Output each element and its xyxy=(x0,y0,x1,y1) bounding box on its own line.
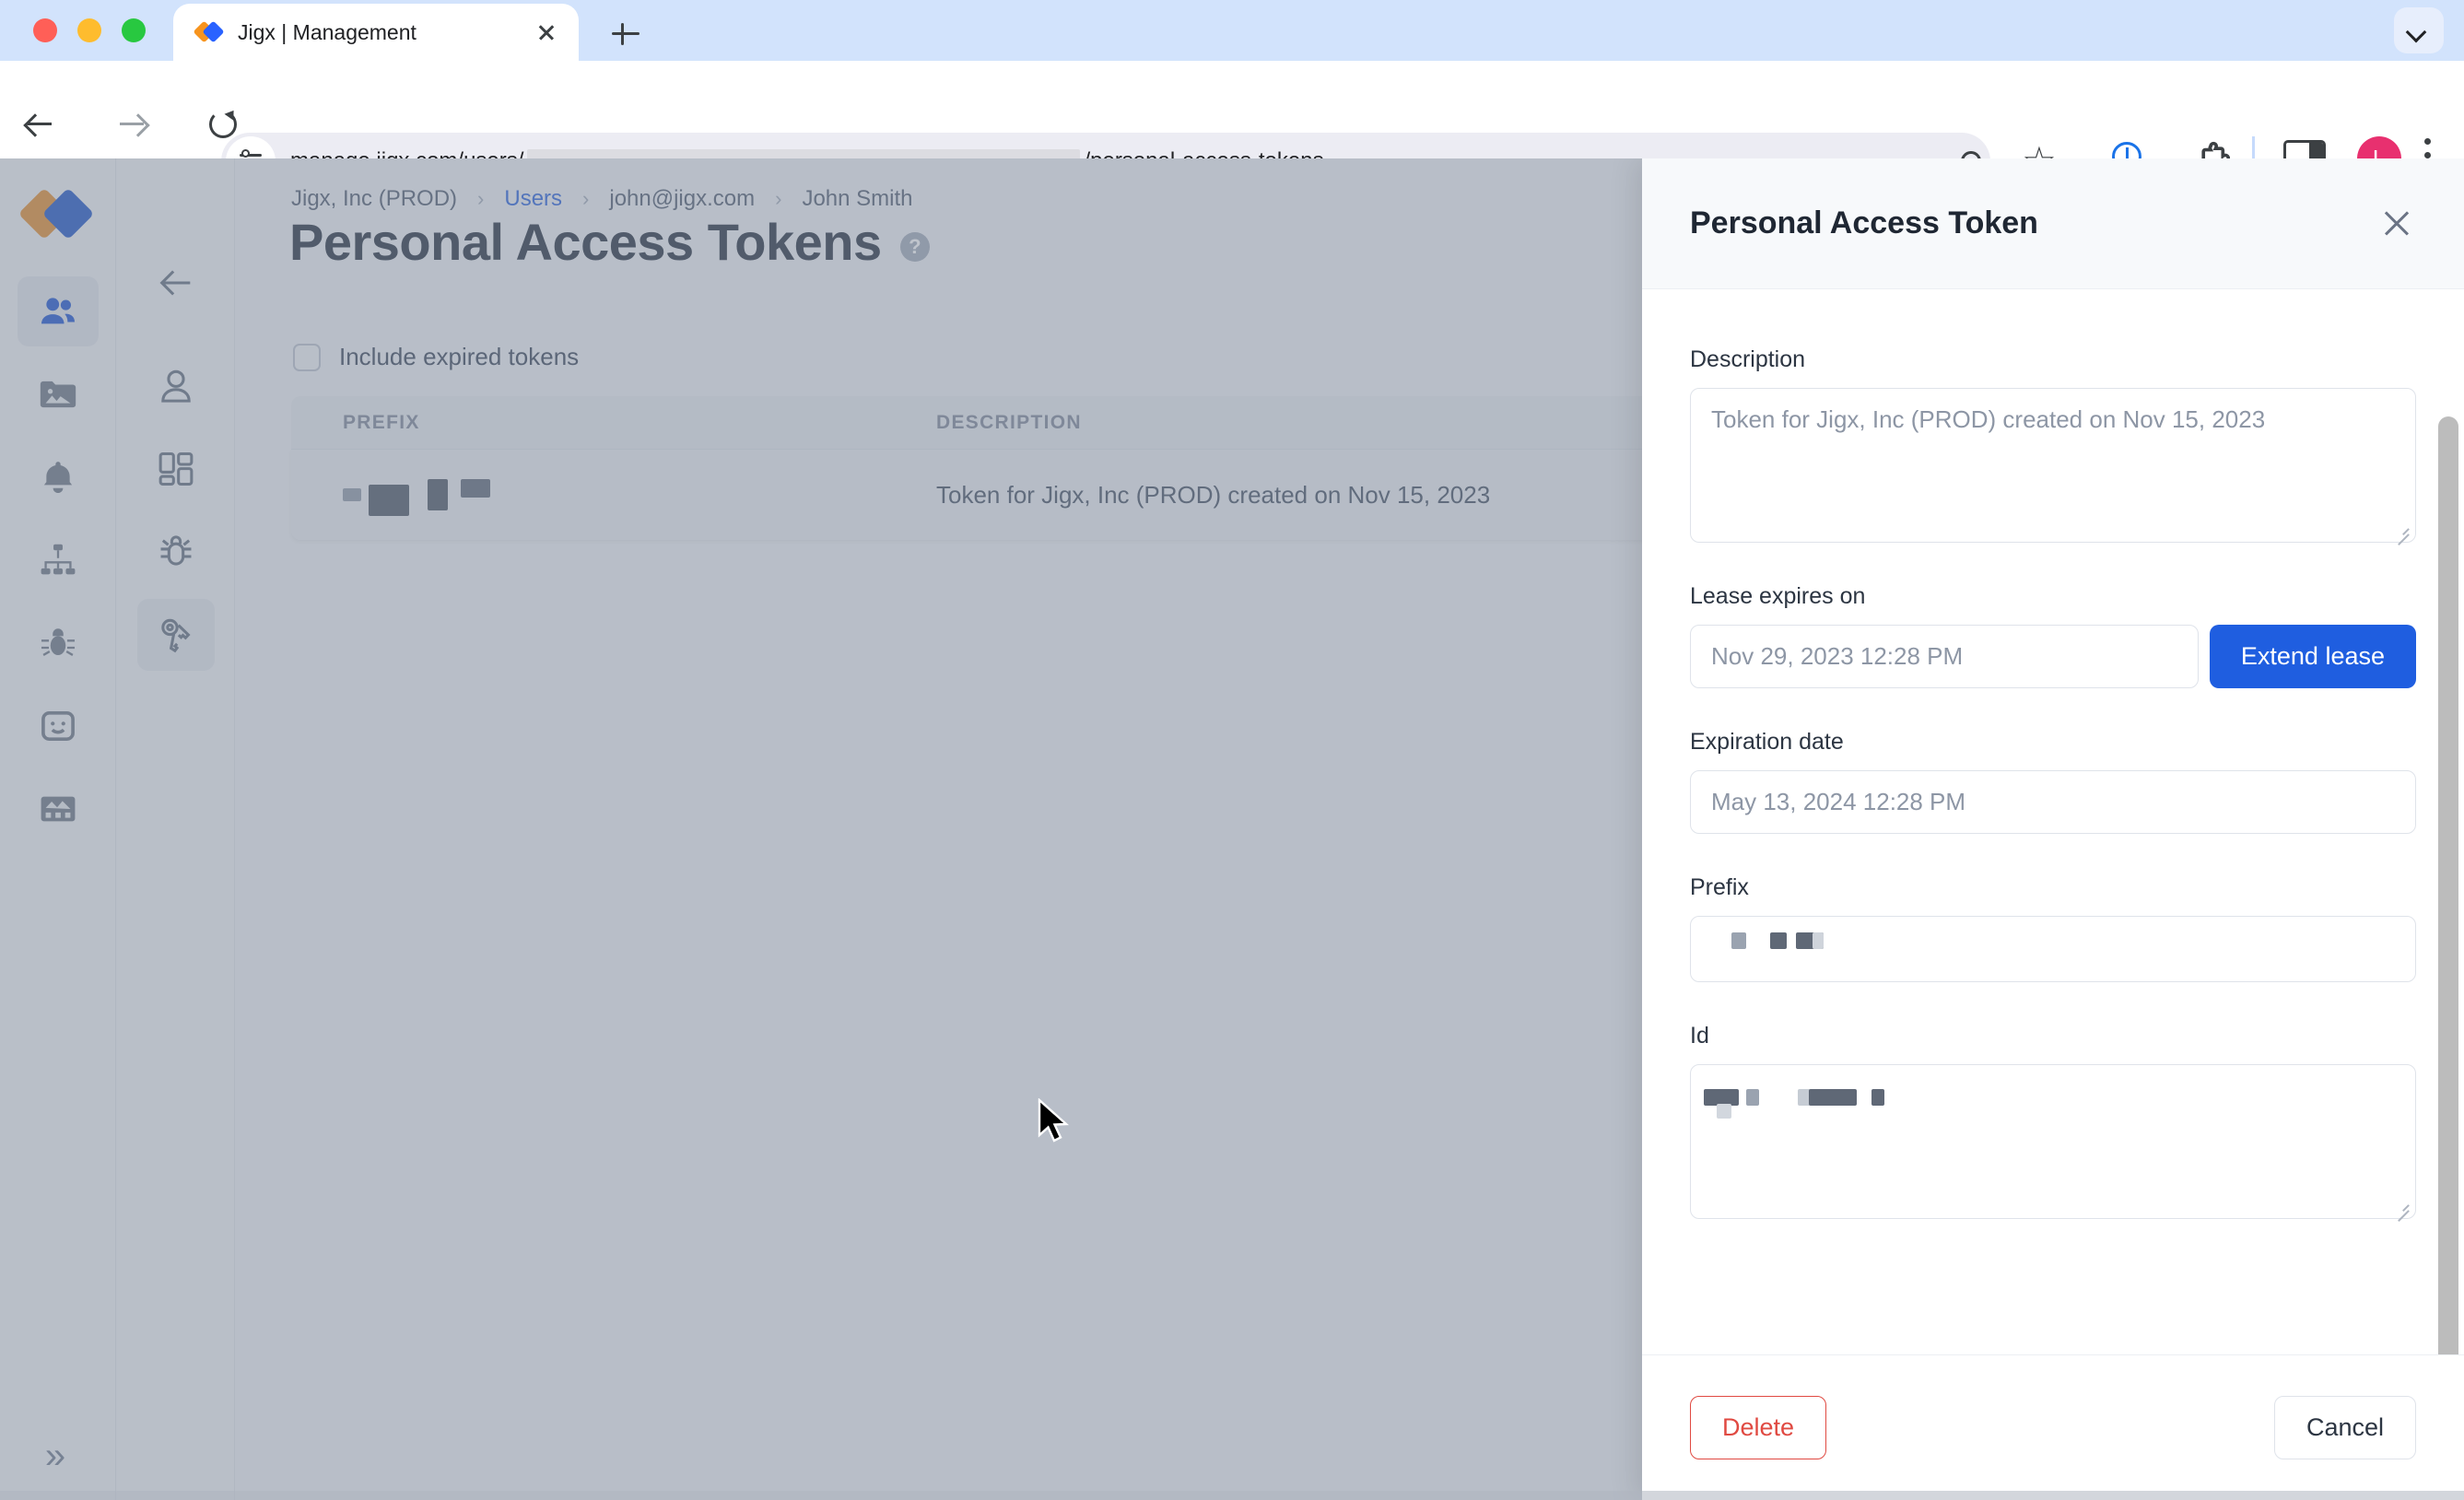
collapse-primary-sidebar-button[interactable]: » xyxy=(28,1428,83,1483)
breadcrumb-item-org[interactable]: Jigx, Inc (PROD) xyxy=(291,186,457,212)
arrow-left-icon xyxy=(26,112,52,136)
field-expiration-date: Expiration date May 13, 2024 12:28 PM xyxy=(1690,729,2416,834)
id-input[interactable] xyxy=(1690,1064,2416,1219)
description-label: Description xyxy=(1690,346,1806,372)
back-button[interactable] xyxy=(17,101,63,147)
include-expired-tokens-row[interactable]: Include expired tokens xyxy=(293,343,579,371)
window-controls[interactable] xyxy=(33,18,146,42)
include-expired-tokens-checkbox[interactable] xyxy=(293,343,321,371)
arrow-left-icon xyxy=(159,270,191,296)
new-tab-button[interactable] xyxy=(608,17,643,52)
primary-sidebar: » xyxy=(0,158,116,1500)
column-header-prefix[interactable]: PREFIX xyxy=(291,412,936,434)
delete-button[interactable]: Delete xyxy=(1690,1396,1827,1459)
grid-blocks-icon xyxy=(158,451,194,486)
tab-strip: Jigx | Management xyxy=(0,0,2464,61)
sidebar-item-users[interactable] xyxy=(18,276,99,346)
resize-handle-icon[interactable] xyxy=(2394,1198,2409,1213)
browser-toolbar: manage.jigx.com/users/ /personal-access-… xyxy=(0,61,2464,190)
panel-title: Personal Access Token xyxy=(1690,205,2038,240)
sidebar-item-issues[interactable] xyxy=(137,516,215,588)
field-lease-expires-on: Lease expires on Nov 29, 2023 12:28 PM E… xyxy=(1690,583,2416,688)
arrow-right-icon xyxy=(118,112,144,136)
breadcrumb-separator: › xyxy=(775,187,782,210)
sidebar-item-apps[interactable] xyxy=(137,433,215,505)
bug-outline-icon xyxy=(160,535,192,566)
panel-scrollbar[interactable] xyxy=(2438,416,2458,1354)
close-icon[interactable] xyxy=(2376,203,2418,245)
tab-search-button[interactable] xyxy=(2394,7,2444,53)
panel-footer: Delete Cancel xyxy=(1642,1354,2464,1500)
chevron-down-icon xyxy=(2405,21,2427,43)
id-label: Id xyxy=(1690,1023,1709,1049)
personal-access-token-panel: Personal Access Token Description Token … xyxy=(1642,158,2464,1500)
bug-icon xyxy=(41,628,76,656)
prefix-label: Prefix xyxy=(1690,874,1749,900)
reload-icon xyxy=(209,111,237,138)
panel-body: Description Token for Jigx, Inc (PROD) c… xyxy=(1642,289,2464,1354)
page-title-text: Personal Access Tokens xyxy=(289,213,882,271)
breadcrumb: Jigx, Inc (PROD) › Users › john@jigx.com… xyxy=(291,186,913,212)
expiration-date-input[interactable]: May 13, 2024 12:28 PM xyxy=(1690,770,2416,834)
help-icon[interactable]: ? xyxy=(899,231,930,262)
app-viewport: » › Jigx, Inc (PROD) › xyxy=(0,158,2464,1500)
image-folder-icon xyxy=(40,381,76,408)
sidebar-item-analytics[interactable] xyxy=(18,774,99,844)
description-input[interactable]: Token for Jigx, Inc (PROD) created on No… xyxy=(1690,388,2416,543)
panel-header: Personal Access Token xyxy=(1642,158,2464,289)
bell-icon xyxy=(43,462,73,494)
sidebar-back-button[interactable] xyxy=(137,247,215,319)
forward-button[interactable] xyxy=(109,101,155,147)
sidebar-item-bots[interactable] xyxy=(18,691,99,761)
lease-expires-label: Lease expires on xyxy=(1690,583,1866,609)
prefix-input[interactable] xyxy=(1690,916,2416,982)
expiration-date-label: Expiration date xyxy=(1690,729,1844,755)
close-window-button[interactable] xyxy=(33,18,57,42)
sidebar-item-debug[interactable] xyxy=(18,608,99,678)
person-icon xyxy=(161,369,191,403)
page-title: Personal Access Tokens ? xyxy=(289,212,930,272)
analytics-bar-icon xyxy=(41,796,76,822)
maximize-window-button[interactable] xyxy=(122,18,146,42)
org-chart-icon xyxy=(41,544,76,575)
lease-expires-input[interactable]: Nov 29, 2023 12:28 PM xyxy=(1690,625,2199,688)
secondary-sidebar: › xyxy=(117,158,299,1500)
browser-tab[interactable]: Jigx | Management xyxy=(173,4,579,61)
sidebar-item-media[interactable] xyxy=(18,359,99,429)
include-expired-tokens-label: Include expired tokens xyxy=(339,343,580,370)
breadcrumb-separator: › xyxy=(582,187,590,210)
mouse-cursor xyxy=(1038,1098,1070,1143)
close-tab-icon[interactable] xyxy=(531,17,562,48)
sidebar-item-profile[interactable] xyxy=(137,350,215,422)
sidebar-item-notifications[interactable] xyxy=(18,442,99,512)
sidebar-item-hierarchy[interactable] xyxy=(18,525,99,595)
minimize-window-button[interactable] xyxy=(77,18,101,42)
sidebar-item-personal-access-tokens[interactable] xyxy=(137,599,215,671)
keys-icon xyxy=(161,618,191,653)
browser-window: Jigx | Management manage.jigx.com/users/… xyxy=(0,0,2464,1500)
field-id: Id xyxy=(1690,1023,2416,1219)
field-description: Description Token for Jigx, Inc (PROD) c… xyxy=(1690,346,2416,543)
desktop-taskbar-sliver xyxy=(0,1491,2464,1500)
breadcrumb-item-users[interactable]: Users xyxy=(504,186,562,212)
field-prefix: Prefix xyxy=(1690,874,2416,982)
resize-handle-icon[interactable] xyxy=(2394,521,2409,536)
users-group-icon xyxy=(41,298,76,324)
cancel-button[interactable]: Cancel xyxy=(2273,1396,2416,1459)
breadcrumb-separator: › xyxy=(477,187,485,210)
tab-title: Jigx | Management xyxy=(238,19,417,44)
robot-face-icon xyxy=(41,710,75,742)
extend-lease-button[interactable]: Extend lease xyxy=(2209,625,2416,688)
cell-prefix xyxy=(291,474,936,516)
breadcrumb-item-name[interactable]: John Smith xyxy=(802,186,912,212)
breadcrumb-item-email[interactable]: john@jigx.com xyxy=(609,186,755,212)
jigx-logo[interactable] xyxy=(18,187,95,240)
description-value: Token for Jigx, Inc (PROD) created on No… xyxy=(1711,405,2266,433)
jigx-favicon-icon xyxy=(193,18,225,46)
